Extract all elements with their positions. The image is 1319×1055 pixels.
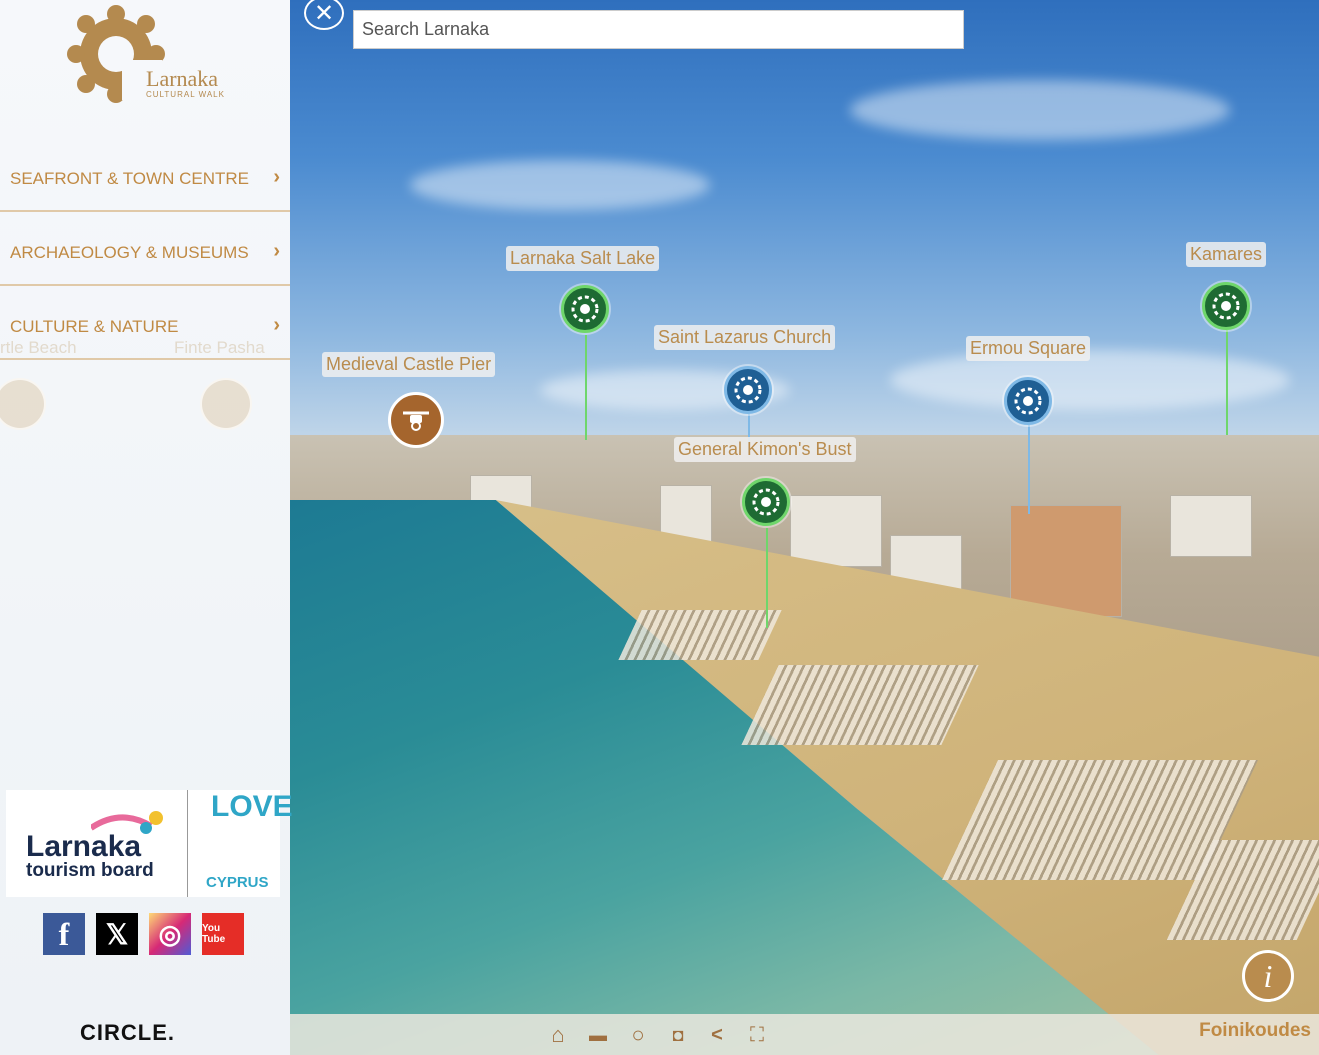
sponsor-logos: Larnaka tourism board LOVE CYPRUS	[6, 790, 293, 897]
hotspot-label-kamares[interactable]: Kamares	[1186, 242, 1267, 267]
hotspot-label-ermou-square[interactable]: Ermou Square	[966, 336, 1091, 361]
hotspot-pin-ermou-square[interactable]	[1004, 377, 1052, 425]
hotspot-pin-saint-lazarus[interactable]	[724, 366, 772, 414]
instagram-icon[interactable]: ◎	[149, 913, 191, 955]
chevron-right-icon: ›	[273, 240, 280, 262]
home-icon[interactable]: ⌂	[545, 1022, 571, 1048]
flower-icon	[571, 295, 599, 323]
youtube-icon[interactable]: You Tube	[202, 913, 244, 955]
panorama-view[interactable]	[290, 0, 1319, 1055]
hotspot-stem	[766, 528, 768, 628]
menu-item-seafront[interactable]: SEAFRONT & TOWN CENTRE ›	[0, 138, 290, 212]
map-icon[interactable]: ▬	[585, 1022, 611, 1048]
beach-umbrellas	[618, 610, 782, 660]
brand-subtitle: CULTURAL WALK	[146, 90, 225, 99]
tourism-board-name: Larnaka	[26, 830, 142, 863]
cloud	[410, 160, 710, 210]
sidebar: Larnaka CULTURAL WALK SEAFRONT & TOWN CE…	[0, 0, 293, 1055]
chevron-right-icon: ›	[273, 166, 280, 188]
flower-icon	[1212, 292, 1240, 320]
ghost-drone-icon	[0, 378, 46, 430]
hotspot-pin-salt-lake[interactable]	[561, 285, 609, 333]
hotspot-label-salt-lake[interactable]: Larnaka Salt Lake	[506, 246, 660, 271]
close-icon: ✕	[313, 0, 335, 27]
circle-logo: CIRCLE.	[80, 1020, 175, 1045]
tourism-board-sub: tourism board	[26, 860, 154, 881]
flower-icon	[1014, 387, 1042, 415]
hotspot-stem	[585, 335, 587, 440]
hotspot-label-kimon-bust[interactable]: General Kimon's Bust	[674, 437, 856, 462]
menu-label: ARCHAEOLOGY & MUSEUMS	[10, 243, 249, 262]
hotspot-stem	[1226, 330, 1228, 435]
hotspot-pin-kamares[interactable]	[1202, 282, 1250, 330]
menu-label: SEAFRONT & TOWN CENTRE	[10, 169, 249, 188]
flower-icon	[752, 488, 780, 516]
larnaka-logo: Larnaka CULTURAL WALK	[66, 4, 236, 104]
drone-icon	[403, 411, 429, 431]
cyprus-label: CYPRUS	[206, 874, 269, 891]
bottom-toolbar: ⌂ ▬ ○ ◘ < ⛶ Foinikoudes	[290, 1014, 1319, 1055]
hotspot-label-saint-lazarus[interactable]: Saint Lazarus Church	[654, 325, 836, 350]
chevron-right-icon: ›	[273, 314, 280, 336]
camera-icon[interactable]: ◘	[665, 1022, 691, 1048]
flower-icon	[734, 376, 762, 404]
current-location-label: Foinikoudes	[1199, 1020, 1311, 1041]
menu-label: CULTURE & NATURE	[10, 317, 179, 336]
cloud	[890, 350, 1290, 410]
x-icon[interactable]: 𝕏	[96, 913, 138, 955]
share-icon[interactable]: <	[704, 1022, 730, 1048]
ghost-label: rtle Beach	[0, 338, 77, 357]
ghost-label: Finte Pasha	[174, 338, 265, 357]
menu-item-archaeology[interactable]: ARCHAEOLOGY & MUSEUMS ›	[0, 212, 290, 286]
hotspot-stem	[1028, 424, 1030, 514]
hotspot-label-castle-pier[interactable]: Medieval Castle Pier	[322, 352, 496, 377]
info-button[interactable]: i	[1242, 950, 1294, 1002]
vr-icon[interactable]: ○	[625, 1022, 651, 1048]
cloud	[850, 80, 1230, 140]
hotspot-pin-kimon-bust[interactable]	[742, 478, 790, 526]
love-cyprus-logo: LOVE	[211, 790, 293, 823]
ghost-drone-icon	[200, 378, 252, 430]
beach-umbrellas	[741, 665, 979, 745]
hotspot-pin-castle-pier[interactable]	[388, 392, 444, 448]
divider	[187, 790, 188, 897]
search-input[interactable]	[353, 10, 964, 49]
facebook-icon[interactable]: f	[43, 913, 85, 955]
brand-name: Larnaka	[146, 66, 219, 91]
fullscreen-icon[interactable]: ⛶	[744, 1022, 770, 1048]
